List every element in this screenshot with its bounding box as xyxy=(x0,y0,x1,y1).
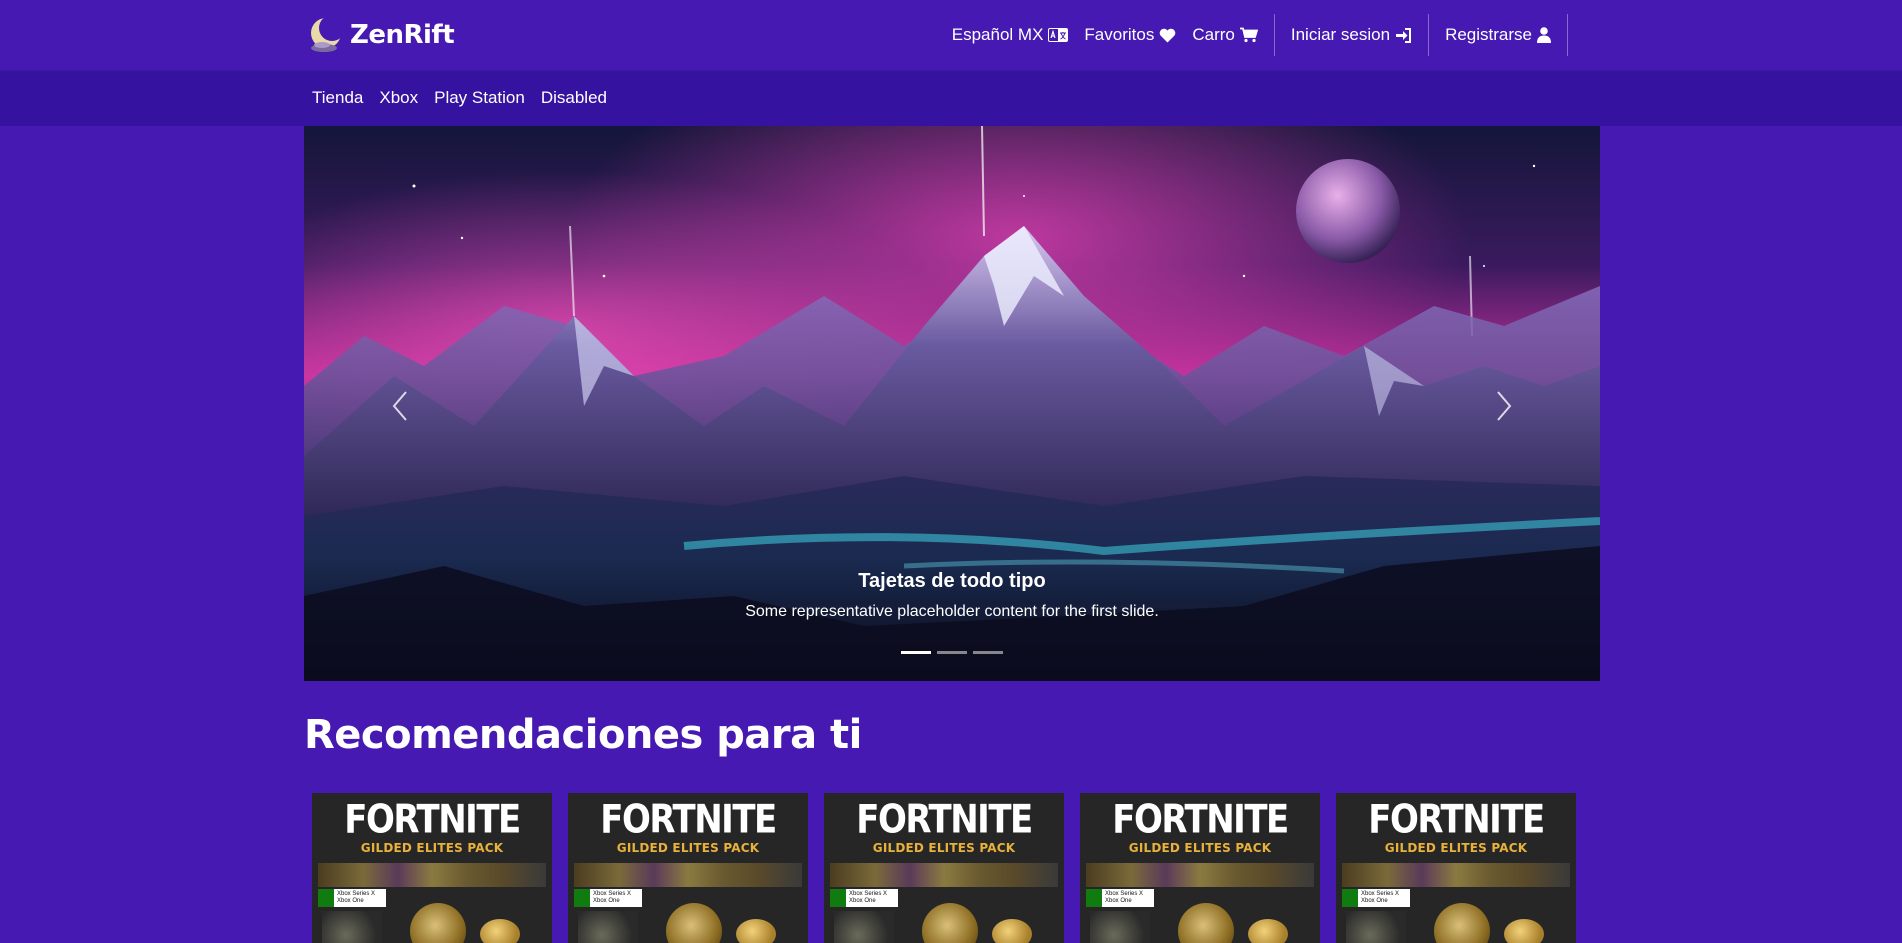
product-coin-art xyxy=(992,919,1032,943)
top-nav: Español MX Favoritos Carro Iniciar sesio… xyxy=(944,14,1576,56)
carousel-caption-text: Some representative placeholder content … xyxy=(745,603,1159,620)
product-logo: FORTNITE xyxy=(1112,797,1289,843)
product-logo: FORTNITE xyxy=(344,797,521,843)
product-coin-art xyxy=(1504,919,1544,943)
language-label: Español MX xyxy=(951,25,1044,44)
platform-label: Xbox Series X Xbox One xyxy=(1361,891,1400,904)
register-label: Registrarse xyxy=(1445,25,1532,44)
heart-icon xyxy=(1160,28,1176,42)
recommendations-list: FORTNITE GILDED ELITES PACK Xbox Series … xyxy=(312,793,1576,943)
chevron-right-icon xyxy=(1497,391,1512,421)
register-link[interactable]: Registrarse xyxy=(1437,14,1559,56)
product-subtitle: GILDED ELITES PACK xyxy=(872,841,1016,855)
product-subtitle: GILDED ELITES PACK xyxy=(1128,841,1272,855)
carousel-next-button[interactable] xyxy=(1464,366,1544,446)
product-medal-art xyxy=(1178,903,1234,943)
product-card[interactable]: FORTNITE GILDED ELITES PACK Xbox Series … xyxy=(824,793,1064,943)
carousel-indicator-2[interactable] xyxy=(937,651,967,654)
product-art xyxy=(578,911,638,943)
cart-label: Carro xyxy=(1192,25,1235,44)
nav-divider xyxy=(1428,14,1430,56)
subnav-item-disabled[interactable]: Disabled xyxy=(533,88,615,108)
brand-link[interactable]: ZenRift xyxy=(306,14,455,56)
cart-icon xyxy=(1239,27,1258,43)
subnav-item-playstation[interactable]: Play Station xyxy=(426,88,533,108)
carousel-caption: Tajetas de todo tipo Some representative… xyxy=(304,570,1600,621)
platform-label: Xbox Series X Xbox One xyxy=(1105,891,1144,904)
product-art xyxy=(834,911,894,943)
nav-divider xyxy=(1273,14,1275,56)
chevron-left-icon xyxy=(392,391,407,421)
nav-divider xyxy=(1567,14,1568,56)
carousel-prev-button[interactable] xyxy=(360,366,440,446)
product-items-strip xyxy=(1342,863,1570,887)
xbox-icon xyxy=(1086,889,1102,907)
product-items-strip xyxy=(1086,863,1314,887)
product-card[interactable]: FORTNITE GILDED ELITES PACK Xbox Series … xyxy=(568,793,808,943)
cart-link[interactable]: Carro xyxy=(1184,14,1266,56)
favorites-link[interactable]: Favoritos xyxy=(1076,14,1184,56)
translate-icon xyxy=(1048,28,1069,42)
product-card[interactable]: FORTNITE GILDED ELITES PACK Xbox Series … xyxy=(1080,793,1320,943)
product-items-strip xyxy=(830,863,1058,887)
product-items-strip xyxy=(318,863,546,887)
product-coin-art xyxy=(480,919,520,943)
product-medal-art xyxy=(410,903,466,943)
brand-name: ZenRift xyxy=(350,20,455,50)
platform-badge: Xbox Series X Xbox One xyxy=(574,889,642,907)
category-nav: Tienda Xbox Play Station Disabled xyxy=(304,70,615,126)
language-selector[interactable]: Español MX xyxy=(944,14,1077,56)
xbox-icon xyxy=(318,889,334,907)
carousel-indicator-3[interactable] xyxy=(973,651,1003,654)
sign-in-icon xyxy=(1396,27,1412,43)
product-subtitle: GILDED ELITES PACK xyxy=(1384,841,1528,855)
product-medal-art xyxy=(922,903,978,943)
product-subtitle: GILDED ELITES PACK xyxy=(616,841,760,855)
carousel-indicators xyxy=(304,651,1600,654)
platform-label: Xbox Series X Xbox One xyxy=(849,891,888,904)
recommendations-title: Recomendaciones para ti xyxy=(304,712,862,758)
platform-badge: Xbox Series X Xbox One xyxy=(318,889,386,907)
xbox-icon xyxy=(1342,889,1358,907)
category-navbar: Tienda Xbox Play Station Disabled xyxy=(0,70,1902,126)
product-logo: FORTNITE xyxy=(1368,797,1545,843)
product-art xyxy=(322,911,382,943)
platform-badge: Xbox Series X Xbox One xyxy=(1086,889,1154,907)
product-coin-art xyxy=(1248,919,1288,943)
product-subtitle: GILDED ELITES PACK xyxy=(360,841,504,855)
platform-label: Xbox Series X Xbox One xyxy=(593,891,632,904)
carousel-caption-title: Tajetas de todo tipo xyxy=(858,570,1046,592)
product-medal-art xyxy=(1434,903,1490,943)
product-art xyxy=(1090,911,1150,943)
platform-badge: Xbox Series X Xbox One xyxy=(1342,889,1410,907)
product-items-strip xyxy=(574,863,802,887)
subnav-item-xbox[interactable]: Xbox xyxy=(371,88,426,108)
product-card[interactable]: FORTNITE GILDED ELITES PACK Xbox Series … xyxy=(1336,793,1576,943)
platform-badge: Xbox Series X Xbox One xyxy=(830,889,898,907)
login-link[interactable]: Iniciar sesion xyxy=(1283,14,1420,56)
product-logo: FORTNITE xyxy=(856,797,1033,843)
xbox-icon xyxy=(574,889,590,907)
product-logo: FORTNITE xyxy=(600,797,777,843)
product-art xyxy=(1346,911,1406,943)
product-coin-art xyxy=(736,919,776,943)
subnav-item-tienda[interactable]: Tienda xyxy=(304,88,371,108)
login-label: Iniciar sesion xyxy=(1290,25,1391,44)
user-icon xyxy=(1537,27,1551,43)
moon-logo-icon xyxy=(311,15,344,52)
hero-carousel: Tajetas de todo tipo Some representative… xyxy=(304,126,1600,681)
favorites-label: Favoritos xyxy=(1084,25,1155,44)
product-card[interactable]: FORTNITE GILDED ELITES PACK Xbox Series … xyxy=(312,793,552,943)
carousel-indicator-1[interactable] xyxy=(901,651,931,654)
top-navbar: ZenRift Español MX Favoritos Carro Inici… xyxy=(0,0,1902,70)
product-medal-art xyxy=(666,903,722,943)
xbox-icon xyxy=(830,889,846,907)
platform-label: Xbox Series X Xbox One xyxy=(337,891,376,904)
